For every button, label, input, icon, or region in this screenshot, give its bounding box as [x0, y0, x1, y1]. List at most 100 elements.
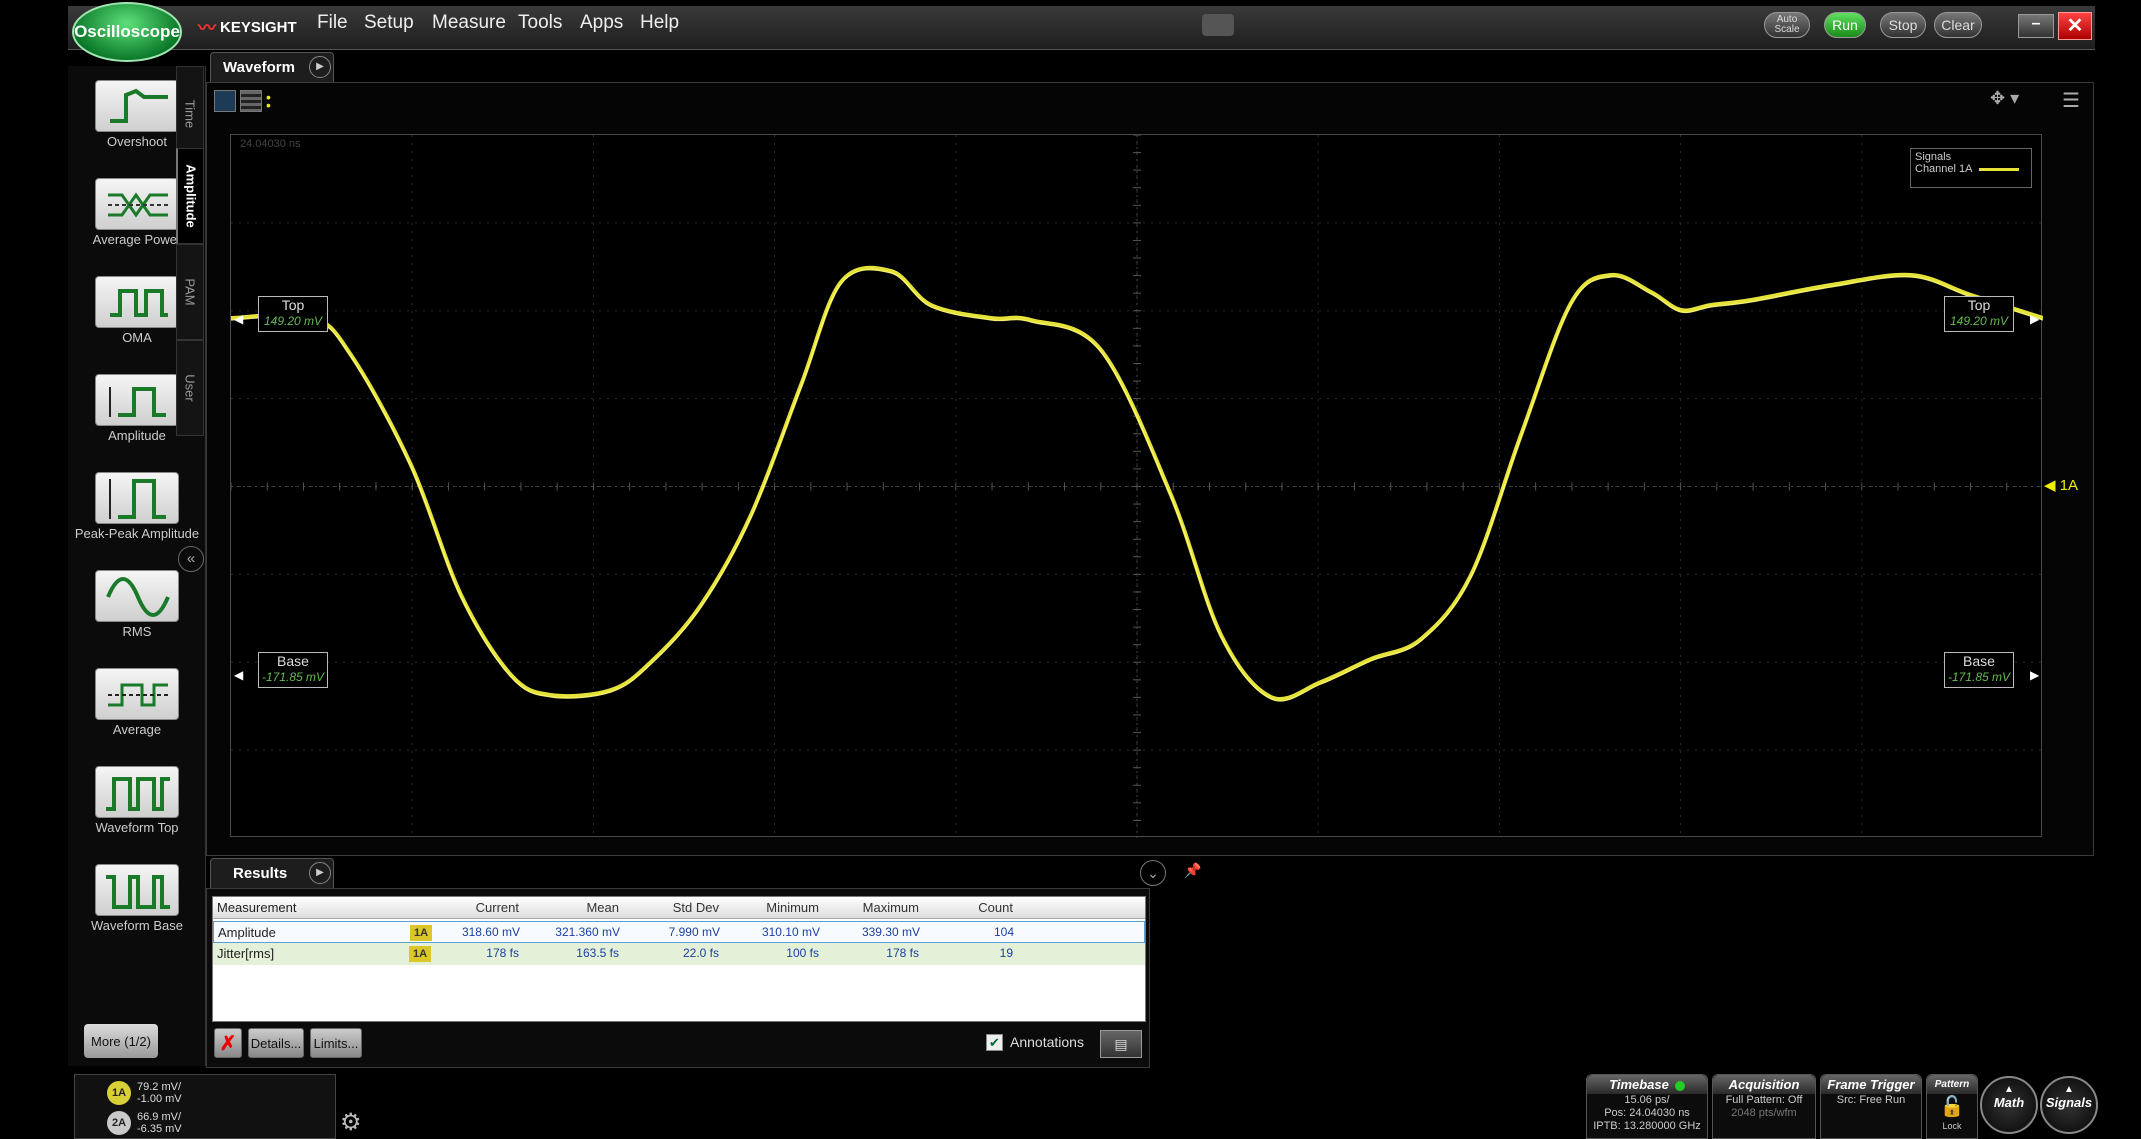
run-button[interactable]: Run	[1824, 12, 1866, 38]
timebase-title-text: Timebase	[1609, 1077, 1669, 1092]
stop-button[interactable]: Stop	[1880, 12, 1926, 38]
tab-time-label: Time	[182, 99, 198, 129]
palette-label: Waveform Top	[95, 820, 179, 835]
autoscale-button[interactable]: Auto Scale	[1764, 12, 1810, 38]
details-button[interactable]: Details...	[248, 1028, 304, 1058]
tab-amplitude[interactable]: Amplitude	[176, 148, 204, 244]
annotations-label: Annotations	[1010, 1034, 1084, 1050]
close-button[interactable]: ✕	[2058, 12, 2092, 40]
measure-rms[interactable]: RMS	[68, 570, 206, 639]
header-minimum: Minimum	[766, 900, 819, 915]
measure-waveform-top[interactable]: Waveform Top	[68, 766, 206, 835]
play-icon[interactable]: ▶	[309, 56, 331, 78]
waveform-tab-label: Waveform	[223, 59, 295, 76]
menu-help[interactable]: Help	[640, 12, 679, 34]
menu-file[interactable]: File	[317, 12, 348, 34]
acquisition-points: 2048 pts/wfm	[1731, 1107, 1797, 1119]
annotations-checkbox[interactable]: ✔	[986, 1034, 1003, 1051]
more-layouts-icon[interactable]: • •	[266, 90, 271, 112]
table-row[interactable]: Jitter[rms] 1A 178 fs 163.5 fs 22.0 fs 1…	[213, 943, 1145, 965]
limits-button[interactable]: Limits...	[310, 1028, 362, 1058]
menu-tools[interactable]: Tools	[518, 12, 562, 34]
measure-peak-peak-amplitude[interactable]: Peak-Peak Amplitude	[68, 472, 206, 541]
acquisition-pattern: Full Pattern: Off	[1725, 1094, 1803, 1106]
row-min: 100 fs	[786, 946, 819, 960]
channel-1a-marker[interactable]: ◀ 1A	[2044, 476, 2078, 494]
waveform-base-icon	[95, 864, 179, 916]
header-std-dev: Std Dev	[672, 900, 719, 915]
signals-legend[interactable]: Signals Channel 1A	[1910, 148, 2032, 188]
measure-waveform-base[interactable]: Waveform Base	[68, 864, 206, 933]
move-zoom-icon[interactable]: ✥ ▾	[1990, 88, 2019, 109]
row-mean: 321.360 mV	[555, 925, 620, 939]
timebase-box[interactable]: Timebase 15.06 ps/ Pos: 24.04030 ns IPTB…	[1586, 1074, 1708, 1139]
more-button[interactable]: More (1/2)	[84, 1024, 158, 1058]
menu-icon[interactable]: ☰	[2062, 88, 2080, 113]
top-marker-right[interactable]: Top 149.20 mV	[1944, 296, 2014, 332]
measure-average[interactable]: Average	[68, 668, 206, 737]
base-marker-left[interactable]: Base -171.85 mV	[258, 652, 328, 688]
header-mean: Mean	[586, 900, 619, 915]
timestamp-readout: 24.04030 ns	[240, 138, 301, 150]
timebase-status-dot	[1674, 1080, 1685, 1091]
base-value: -171.85 mV	[1947, 670, 2011, 684]
palette-label: Peak-Peak Amplitude	[74, 526, 200, 541]
row-std: 22.0 fs	[682, 946, 719, 960]
row-max: 339.30 mV	[861, 925, 920, 939]
camera-icon[interactable]	[1202, 14, 1234, 36]
play-icon[interactable]: ▶	[309, 862, 331, 884]
signals-label: Signals	[2045, 1095, 2093, 1110]
average-icon	[95, 668, 179, 720]
tab-user[interactable]: User	[176, 340, 204, 436]
row-std: 7.990 mV	[668, 925, 720, 939]
table-view-icon[interactable]: ▤	[1100, 1030, 1142, 1058]
single-grid-icon[interactable]	[214, 90, 236, 112]
timebase-position: Pos: 24.04030 ns	[1604, 1107, 1690, 1119]
menu-measure[interactable]: Measure	[432, 12, 506, 34]
tab-amplitude-label: Amplitude	[183, 164, 198, 228]
tab-pam[interactable]: PAM	[176, 244, 204, 340]
math-button[interactable]: ▲ Math	[1980, 1076, 2038, 1134]
collapse-palette-icon[interactable]: «	[178, 546, 204, 572]
row-measurement: Jitter[rms]	[217, 946, 275, 961]
stacked-grid-icon[interactable]	[240, 90, 262, 112]
pattern-title: Pattern	[1927, 1075, 1977, 1094]
channel-2a-offset: -6.35 mV	[137, 1123, 182, 1135]
average-power-icon	[95, 178, 179, 230]
delete-measurement-button[interactable]: ✗	[214, 1028, 242, 1058]
clear-button[interactable]: Clear	[1934, 12, 1982, 38]
tab-results[interactable]: Results ▶	[210, 858, 334, 888]
timebase-scale: 15.06 ps/	[1624, 1094, 1670, 1106]
legend-line-swatch	[1978, 167, 2019, 171]
top-marker-left[interactable]: Top 149.20 mV	[258, 296, 328, 332]
base-marker-right[interactable]: Base -171.85 mV	[1944, 652, 2014, 688]
row-measurement: Amplitude	[218, 925, 276, 940]
gear-icon[interactable]: ⚙	[340, 1108, 362, 1137]
layout-selector: • •	[214, 90, 271, 112]
pin-icon[interactable]: 📌	[1184, 862, 1201, 879]
menu-apps[interactable]: Apps	[580, 12, 623, 34]
results-table: Measurement Current Mean Std Dev Minimum…	[212, 896, 1146, 1022]
amplitude-icon	[95, 374, 179, 426]
keysight-logo-icon: 〰	[198, 18, 216, 38]
signals-button[interactable]: ▲ Signals	[2040, 1076, 2098, 1134]
channel-2a-button[interactable]: 2A	[107, 1111, 131, 1135]
table-row[interactable]: Amplitude 1A 318.60 mV 321.360 mV 7.990 …	[213, 921, 1145, 943]
collapse-results-icon[interactable]: ⌄	[1140, 860, 1166, 886]
acquisition-title: Acquisition	[1713, 1075, 1815, 1094]
pattern-lock-box[interactable]: Pattern 🔓 Lock	[1926, 1074, 1978, 1139]
frame-trigger-box[interactable]: Frame Trigger Src: Free Run	[1820, 1074, 1922, 1139]
oscilloscope-logo-button[interactable]: Oscilloscope	[72, 2, 182, 62]
waveform-display[interactable]	[230, 134, 2043, 838]
channel-1a-button[interactable]: 1A	[107, 1081, 131, 1105]
tab-waveform[interactable]: Waveform ▶	[210, 52, 334, 82]
frame-trigger-title: Frame Trigger	[1821, 1075, 1921, 1094]
brand: 〰 KEYSIGHT	[198, 14, 297, 40]
row-current: 178 fs	[486, 946, 519, 960]
menu-setup[interactable]: Setup	[364, 12, 414, 34]
minimize-button[interactable]: –	[2018, 14, 2054, 38]
legend-title: Signals	[1915, 151, 1952, 163]
base-marker-right-arrow-icon: ▶	[2030, 668, 2040, 682]
top-label: Top	[281, 297, 305, 313]
acquisition-box[interactable]: Acquisition Full Pattern: Off 2048 pts/w…	[1712, 1074, 1816, 1139]
